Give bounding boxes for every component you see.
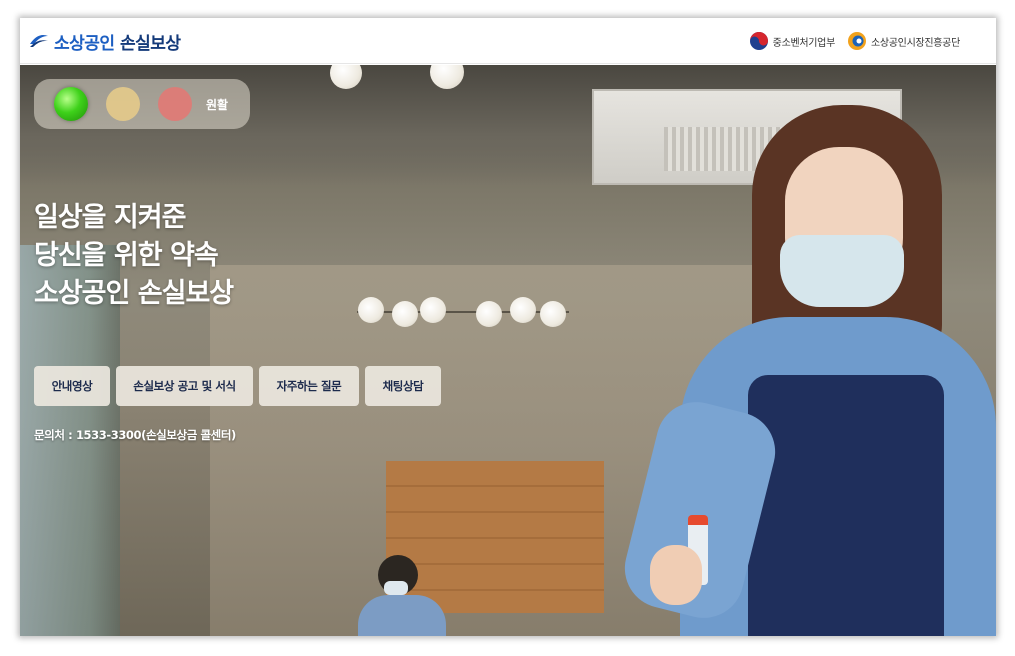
guide-video-button[interactable]: 안내영상 [34, 366, 110, 406]
headline-line-2: 당신을 위한 약속 [34, 240, 219, 271]
lamp-decoration [392, 301, 418, 327]
lamp-rod-decoration [357, 311, 569, 313]
red-light-icon [158, 87, 192, 121]
hero-person-photo [616, 105, 996, 636]
taegeuk-emblem-icon [749, 32, 768, 50]
green-light-icon [54, 87, 88, 121]
org-mss[interactable]: 중소벤처기업부 [749, 31, 835, 51]
hero-headline: 일상을 지켜준 당신을 위한 약속 소상공인 손실보상 [34, 199, 234, 313]
site-logo[interactable]: 소상공인 손실보상 [28, 26, 181, 56]
org-mss-label: 중소벤처기업부 [772, 37, 836, 49]
headline-line-1: 일상을 지켜준 [34, 202, 186, 233]
lamp-decoration [476, 301, 502, 327]
hero-banner: 원활 일상을 지켜준 당신을 위한 약속 소상공인 손실보상 안내영상 손실보상… [20, 65, 996, 636]
contact-info: 문의처 : 1533-3300(손실보상금 콜센터) [34, 428, 236, 442]
lamp-decoration [358, 297, 384, 323]
site-header: 소상공인 손실보상 중소벤처기업부 소상공인시장진흥공단 [20, 18, 996, 64]
lamp-decoration [420, 297, 446, 323]
yellow-light-icon [106, 87, 140, 121]
brand-prefix: 소상공인 [54, 33, 115, 54]
headline-line-3: 소상공인 손실보상 [34, 278, 234, 309]
lamp-decoration [540, 301, 566, 327]
semes-logo-icon [847, 32, 866, 50]
lamp-decoration [510, 297, 536, 323]
org-semas[interactable]: 소상공인시장진흥공단 [847, 31, 960, 51]
brand-suffix: 손실보상 [119, 33, 181, 54]
background-person-photo [352, 555, 452, 636]
partner-orgs: 중소벤처기업부 소상공인시장진흥공단 [737, 28, 960, 54]
org-semas-label: 소상공인시장진흥공단 [870, 37, 960, 49]
chat-consult-button[interactable]: 채팅상담 [365, 366, 441, 406]
notice-forms-button[interactable]: 손실보상 공고 및 서식 [116, 366, 253, 406]
traffic-status-indicator: 원활 [34, 79, 250, 129]
browser-viewport: 소상공인 손실보상 중소벤처기업부 소상공인시장진흥공단 원활 일상을 지켜준 … [20, 18, 996, 636]
status-label: 원활 [206, 97, 229, 112]
faq-button[interactable]: 자주하는 질문 [259, 366, 359, 406]
stripe-logo-icon [30, 35, 48, 47]
hero-actions: 안내영상 손실보상 공고 및 서식 자주하는 질문 채팅상담 [34, 366, 447, 406]
